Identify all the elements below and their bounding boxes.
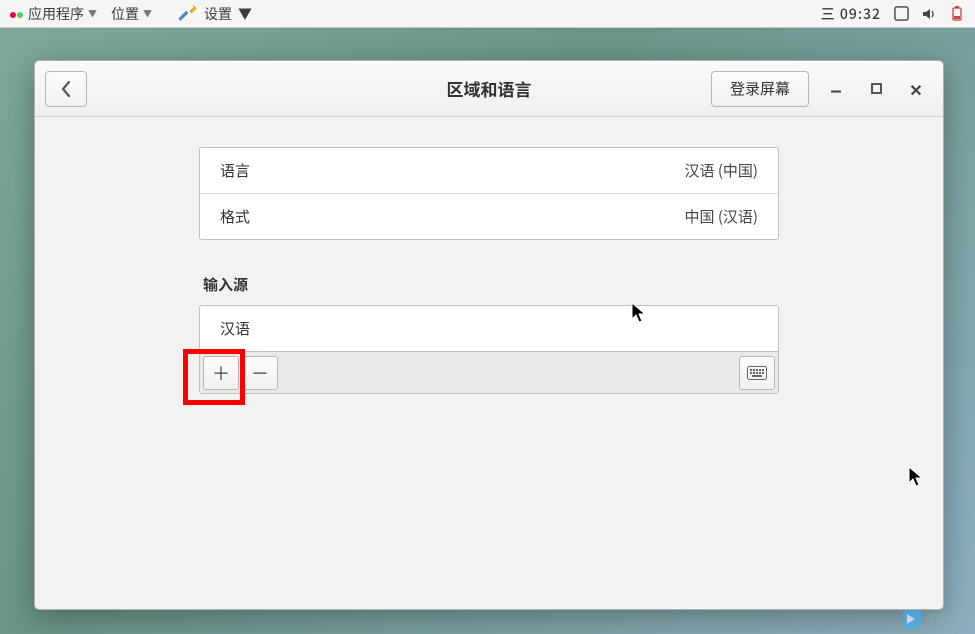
chevron-left-icon <box>59 80 73 98</box>
window-controls: ‒ ✕ <box>823 80 933 98</box>
close-button[interactable]: ✕ <box>907 80 925 98</box>
input-source-item[interactable]: 汉语 <box>200 306 778 351</box>
language-label: 语言 <box>220 160 250 181</box>
panel-right: 三 09:32 <box>821 4 965 24</box>
window-content: 语言 汉语 (中国) 格式 中国 (汉语) 输入源 汉语 ＋ － <box>35 117 943 609</box>
accessibility-icon[interactable] <box>893 6 909 22</box>
settings-menu[interactable]: 设置 ▼ <box>176 3 252 25</box>
add-input-source-button[interactable]: ＋ <box>203 356 239 390</box>
plus-icon: ＋ <box>212 360 230 386</box>
watermark-text: 懂视生活 <box>925 611 969 627</box>
format-value: 中国 (汉语) <box>684 206 758 227</box>
places-label: 位置 <box>111 4 139 24</box>
language-value: 汉语 (中国) <box>684 160 758 181</box>
login-screen-label: 登录屏幕 <box>730 78 790 99</box>
panel-left: 应用程序 ▼ 位置 ▼ 设置 ▼ <box>10 3 821 25</box>
back-button[interactable] <box>45 71 87 107</box>
volume-icon[interactable] <box>921 6 937 22</box>
clock[interactable]: 三 09:32 <box>821 4 881 24</box>
input-sources-box: 汉语 ＋ － <box>199 305 779 394</box>
remove-input-source-button[interactable]: － <box>242 356 278 390</box>
input-source-toolbar: ＋ － <box>200 351 778 393</box>
tools-icon <box>176 3 198 25</box>
clock-day: 三 <box>821 4 836 24</box>
keyboard-icon <box>747 366 767 380</box>
window-title: 区域和语言 <box>447 76 532 101</box>
region-settings-list: 语言 汉语 (中国) 格式 中国 (汉语) <box>199 147 779 240</box>
places-menu[interactable]: 位置 ▼ <box>111 4 152 24</box>
applications-icon <box>10 7 24 21</box>
clock-time: 09:32 <box>840 4 881 24</box>
login-screen-button[interactable]: 登录屏幕 <box>711 71 809 107</box>
region-language-window: 区域和语言 登录屏幕 ‒ ✕ 语言 汉语 (中国) 格式 中国 (汉语) <box>34 60 944 610</box>
minus-icon: － <box>251 360 269 386</box>
chevron-down-icon: ▼ <box>238 4 252 24</box>
format-label: 格式 <box>220 206 250 227</box>
chevron-down-icon: ▼ <box>88 7 97 20</box>
battery-icon[interactable] <box>949 6 965 22</box>
maximize-button[interactable] <box>867 80 885 98</box>
applications-label: 应用程序 <box>28 4 84 24</box>
watermark-icon <box>903 610 921 628</box>
settings-label: 设置 <box>204 4 232 24</box>
keyboard-layout-button[interactable] <box>739 356 775 390</box>
chevron-down-icon: ▼ <box>143 7 152 20</box>
top-panel: 应用程序 ▼ 位置 ▼ 设置 ▼ 三 09:32 <box>0 0 975 28</box>
watermark: 懂视生活 <box>903 610 969 628</box>
input-sources-heading: 输入源 <box>199 274 779 295</box>
minimize-button[interactable]: ‒ <box>827 80 845 98</box>
format-row[interactable]: 格式 中国 (汉语) <box>200 193 778 239</box>
applications-menu[interactable]: 应用程序 ▼ <box>10 4 97 24</box>
input-source-label: 汉语 <box>220 318 250 339</box>
language-row[interactable]: 语言 汉语 (中国) <box>200 148 778 193</box>
titlebar-right: 登录屏幕 ‒ ✕ <box>711 71 933 107</box>
titlebar: 区域和语言 登录屏幕 ‒ ✕ <box>35 61 943 117</box>
